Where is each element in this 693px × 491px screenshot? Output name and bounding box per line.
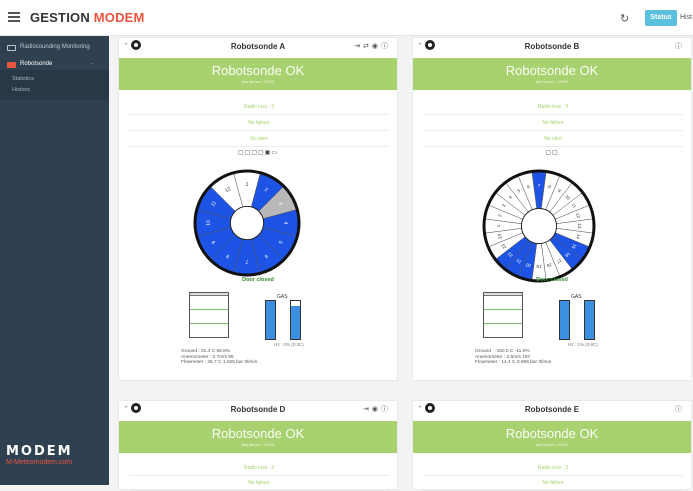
failure-text: No failure (129, 480, 389, 491)
menu-icon[interactable] (8, 12, 20, 22)
radio-loss-text: Radio loss : 0 (423, 104, 683, 115)
gas-label: GAS (277, 294, 288, 300)
status-banner: Robotsonde OK last launch : 00:00 (119, 421, 397, 453)
wheel-slot-label: 10 (206, 220, 212, 226)
wheel-hub (520, 207, 558, 245)
robotsonde-card-d: ⌃ Robotsonde D ⇥◉ⓘ Robotsonde OK last la… (118, 400, 398, 491)
sidebar: Radiosounding Monitoring Robotsonde – St… (0, 36, 109, 485)
wheel-slot-label: 13 (577, 223, 582, 229)
wheel-slot-label: 1 (246, 182, 249, 188)
collapse-icon[interactable]: – (90, 61, 93, 67)
chart-icon (7, 62, 16, 68)
card-title: Robotsonde E (524, 405, 580, 414)
tank-gauge (483, 292, 523, 338)
sensor-readings: Ground : -150.0 C -11.0% Anemometer : 2.… (475, 349, 552, 366)
top-bar: GESTION MODEM ↻ Status Hist (0, 0, 693, 36)
gas-label: GAS (571, 294, 582, 300)
status-banner: Robotsonde OK last launch : 00:00 (119, 58, 397, 90)
h2-reading: H2 : 1% (0.8C) (568, 342, 598, 347)
monitor-icon (7, 45, 16, 51)
gas-bar-1 (265, 300, 276, 340)
wheel-slot-label: 19 (536, 264, 542, 269)
robotsonde-card-e: ⌃ Robotsonde E ⓘ Robotsonde OK last laun… (412, 400, 692, 491)
carousel-wheel: 123456789101112 (193, 169, 301, 277)
sidebar-item-historic[interactable]: Historic (12, 87, 30, 93)
card-title: Robotsonde D (230, 405, 286, 414)
alert-text: No alert (423, 136, 683, 147)
gas-bar-2 (584, 300, 595, 340)
modem-logo: MODEM M-Meteomodem.com (6, 444, 73, 466)
radio-loss-text: Radio loss : 3 (423, 465, 683, 476)
failure-text: No failure (423, 480, 683, 491)
wheel-slot-label: 4 (282, 222, 288, 225)
card-tools[interactable]: ⇥◉ⓘ (363, 404, 391, 414)
alert-text: No alert (129, 136, 389, 147)
status-button[interactable]: Status (645, 10, 677, 26)
failure-text: No failure (129, 120, 389, 131)
card-tools[interactable]: ⇥⇄◉ⓘ (354, 41, 391, 51)
sidebar-item-statistics[interactable]: Statistics (12, 76, 34, 82)
door-status: Door closed (536, 277, 568, 283)
card-title: Robotsonde B (524, 42, 580, 51)
info-icon[interactable]: ⓘ (675, 404, 685, 414)
card-header: ⌃ Robotsonde A ⇥⇄◉ⓘ (119, 38, 397, 56)
carousel-wheel: 7 89101112131415161718192021222324123456 (482, 169, 596, 283)
tank-gauge (189, 292, 229, 338)
refresh-icon[interactable]: ↻ (620, 12, 629, 25)
status-banner: Robotsonde OK last launch : 00:00 (413, 58, 691, 90)
device-icons: ▢▢▢▢▣▭ (237, 150, 278, 156)
radio-loss-text: Radio loss : 3 (129, 104, 389, 115)
radio-loss-text: Radio loss : 3 (129, 465, 389, 476)
card-header: ⌃ Robotsonde E ⓘ (413, 401, 691, 419)
history-button[interactable]: Hist (680, 10, 692, 26)
app-title: GESTION MODEM (30, 10, 145, 25)
h2-reading: H2 : 0% (0.3C) (274, 342, 304, 347)
status-banner: Robotsonde OK last launch : 00:00 (413, 421, 691, 453)
robotsonde-card-b: ⌃ Robotsonde B ⓘ Robotsonde OK last laun… (412, 37, 692, 381)
gas-bar-1 (559, 300, 570, 340)
wheel-slot-label: 7 (245, 258, 248, 264)
card-header: ⌃ Robotsonde B ⓘ (413, 38, 691, 56)
info-icon[interactable]: ⓘ (675, 41, 685, 51)
robotsonde-card-a: ⌃ Robotsonde A ⇥⇄◉ⓘ Robotsonde OK last l… (118, 37, 398, 381)
gas-bar-2 (290, 300, 301, 340)
sidebar-submenu: Statistics Historic (0, 70, 109, 100)
wheel-hub (229, 205, 265, 241)
door-status: Door closed (242, 277, 274, 283)
device-icons: ▢▢ (545, 150, 559, 156)
sensor-readings: Ground : 31.4 C 68.8% Anemometer : 0.7m/… (181, 349, 258, 366)
card-header: ⌃ Robotsonde D ⇥◉ⓘ (119, 401, 397, 419)
failure-text: No failure (423, 120, 683, 131)
